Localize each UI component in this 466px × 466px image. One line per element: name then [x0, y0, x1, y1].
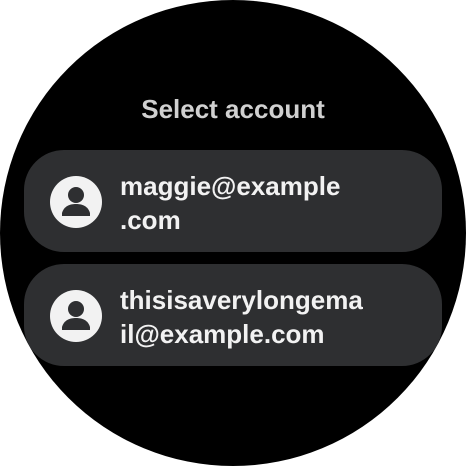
- account-email-line2: .com: [120, 205, 181, 235]
- account-email: maggie@example .com: [120, 169, 400, 237]
- account-circle-icon: [50, 290, 102, 342]
- account-email-line1: maggie@example: [120, 171, 341, 201]
- account-chip-maggie[interactable]: maggie@example .com: [24, 150, 442, 252]
- account-chip-long-email[interactable]: thisisaverylongema il@example.com: [24, 264, 442, 366]
- account-email-line2: il@example.com: [120, 319, 325, 349]
- account-circle-icon: [50, 176, 102, 228]
- account-email: thisisaverylongema il@example.com: [120, 283, 400, 351]
- account-email-line1: thisisaverylongema: [120, 285, 363, 315]
- watch-screen: Select account maggie@example .com thisi…: [0, 0, 466, 466]
- page-title: Select account: [141, 94, 325, 124]
